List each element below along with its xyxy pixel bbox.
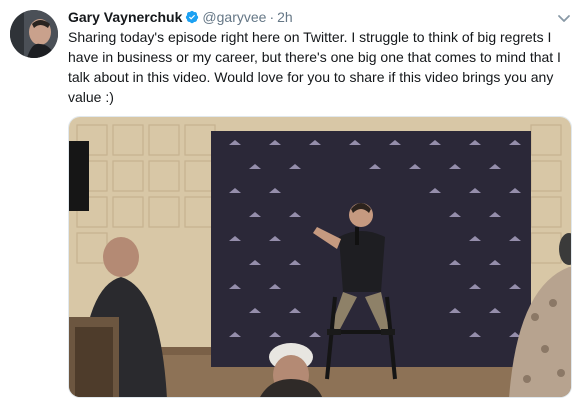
author-name[interactable]: Gary Vaynerchuk — [68, 9, 182, 25]
video-player[interactable] — [68, 116, 572, 398]
tweet-text: Sharing today's episode right here on Tw… — [68, 29, 561, 105]
verified-badge-icon — [186, 10, 199, 24]
tweet-card[interactable]: Gary Vaynerchuk @garyvee · 2h Sharing to… — [0, 0, 582, 406]
avatar[interactable] — [10, 10, 58, 58]
header-separator: · — [269, 9, 275, 25]
video-frame — [69, 117, 571, 397]
tweet-header: Gary Vaynerchuk @garyvee · 2h — [68, 8, 293, 26]
author-handle[interactable]: @garyvee — [202, 9, 266, 25]
chevron-down-icon[interactable] — [556, 10, 572, 26]
tweet-timestamp[interactable]: 2h — [277, 9, 293, 25]
